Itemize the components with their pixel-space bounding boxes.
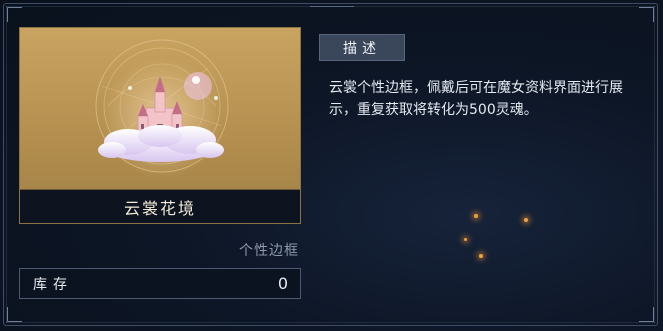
- item-card: 云裳花境: [19, 27, 301, 224]
- stock-row: 库存 0: [19, 268, 301, 299]
- ember-particle: [464, 238, 467, 241]
- frame-corner: [639, 307, 655, 323]
- ember-particle: [474, 214, 478, 218]
- stock-value: 0: [277, 274, 288, 293]
- description-text: 云裳个性边框，佩戴后可在魔女资料界面进行展示，重复获取将转化为500灵魂。: [329, 80, 623, 118]
- frame-top-notch: [310, 0, 354, 7]
- ember-particle: [524, 218, 528, 222]
- item-type-label: 个性边框: [239, 243, 299, 259]
- stock-label: 库存: [33, 276, 73, 293]
- description-tab: 描述: [319, 34, 405, 61]
- item-name: 云裳花境: [20, 189, 300, 223]
- frame-corner: [6, 6, 22, 22]
- ember-particle: [479, 254, 483, 258]
- frame-corner: [6, 307, 22, 323]
- frame-corner: [639, 6, 655, 22]
- castle-on-cloud-art: [95, 39, 229, 178]
